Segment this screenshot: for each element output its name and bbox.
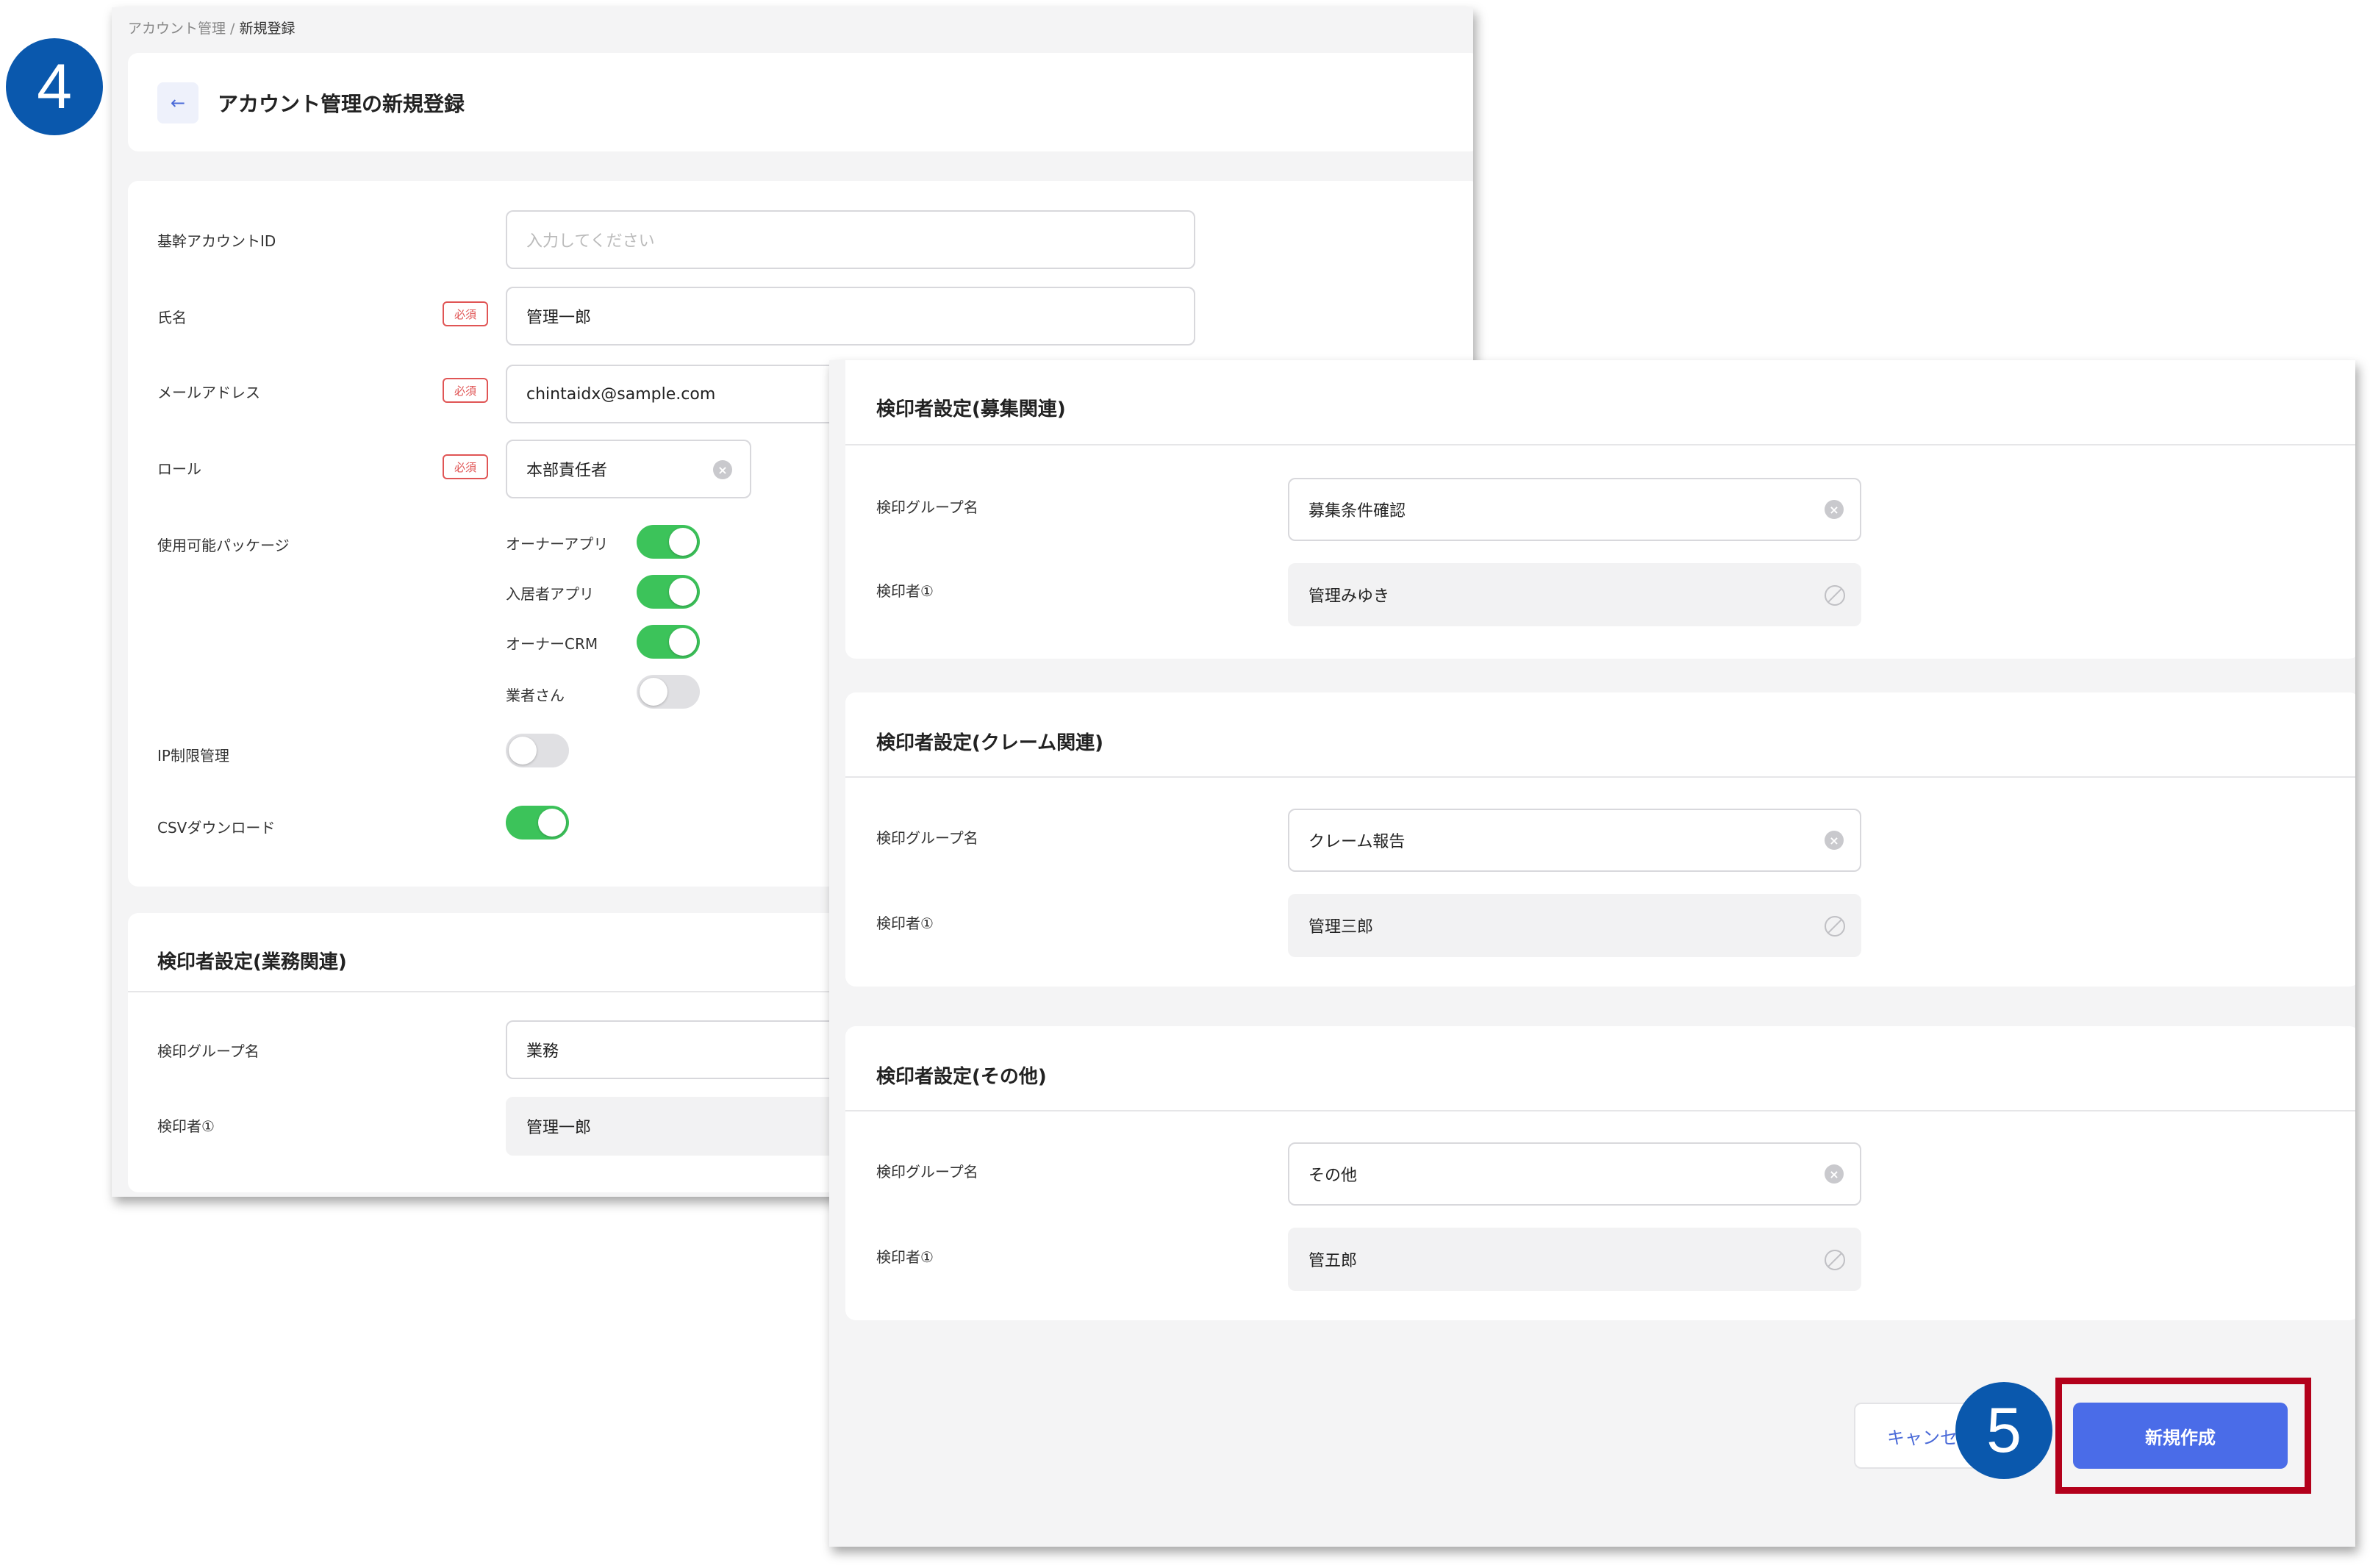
csv-download-toggle[interactable] bbox=[506, 806, 569, 840]
ip-limit-label: IP制限管理 bbox=[157, 747, 229, 765]
approver-settings-panel: 検印者設定(募集関連) 検印グループ名 募集条件確認 × 検印者① 管理みゆき … bbox=[829, 360, 2355, 1547]
csv-download-label: CSVダウンロード bbox=[157, 819, 276, 837]
required-badge: 必須 bbox=[443, 454, 488, 479]
approver-claim-card: 検印者設定(クレーム関連) 検印グループ名 クレーム報告 × 検印者① 管理三郎 bbox=[845, 692, 2355, 987]
clear-icon[interactable]: × bbox=[713, 460, 732, 479]
section-title: 検印者設定(クレーム関連) bbox=[876, 732, 1103, 754]
disabled-icon bbox=[1825, 916, 1845, 937]
back-button[interactable]: ← bbox=[157, 82, 198, 123]
breadcrumb-parent[interactable]: アカウント管理 bbox=[128, 21, 226, 37]
group-name-label: 検印グループ名 bbox=[876, 498, 978, 516]
header-card: ← アカウント管理の新規登録 bbox=[128, 53, 1473, 151]
section-divider bbox=[845, 1110, 2355, 1111]
approver-label: 検印者① bbox=[157, 1117, 215, 1135]
step-4-badge: 4 bbox=[6, 38, 103, 135]
disabled-icon bbox=[1825, 585, 1845, 606]
clear-icon[interactable]: × bbox=[1825, 1164, 1844, 1184]
toggle-knob bbox=[669, 578, 697, 606]
toggle-knob bbox=[509, 737, 537, 765]
package-label: 入居者アプリ bbox=[506, 585, 594, 603]
toggle-knob bbox=[640, 678, 667, 706]
core-account-id-input[interactable]: 入力してください bbox=[506, 210, 1195, 269]
approver-input: 管理みゆき bbox=[1288, 563, 1861, 626]
package-label: オーナーCRM bbox=[506, 635, 598, 653]
required-badge: 必須 bbox=[443, 301, 488, 326]
approver-input: 管理三郎 bbox=[1288, 894, 1861, 957]
clear-icon[interactable]: × bbox=[1825, 831, 1844, 850]
approver-label: 検印者① bbox=[876, 914, 934, 932]
package-label: 業者さん bbox=[506, 687, 565, 704]
breadcrumb-current: 新規登録 bbox=[239, 21, 296, 37]
package-toggle-owner-crm[interactable] bbox=[637, 625, 700, 659]
group-name-label: 検印グループ名 bbox=[876, 1163, 978, 1181]
section-divider bbox=[845, 444, 2355, 445]
breadcrumb-separator: / bbox=[226, 21, 240, 37]
group-name-input[interactable]: その他 bbox=[1288, 1142, 1861, 1206]
group-name-input[interactable]: クレーム報告 bbox=[1288, 809, 1861, 872]
package-label: オーナーアプリ bbox=[506, 535, 609, 553]
approver-label: 検印者① bbox=[876, 582, 934, 600]
create-button-highlight bbox=[2055, 1378, 2311, 1494]
toggle-knob bbox=[669, 528, 697, 556]
group-name-input[interactable]: 募集条件確認 bbox=[1288, 478, 1861, 541]
approver-recruit-card: 検印者設定(募集関連) 検印グループ名 募集条件確認 × 検印者① 管理みゆき bbox=[845, 360, 2355, 659]
required-badge: 必須 bbox=[443, 378, 488, 403]
arrow-left-icon: ← bbox=[170, 93, 186, 113]
section-title: 検印者設定(業務関連) bbox=[157, 951, 347, 973]
ip-limit-toggle[interactable] bbox=[506, 734, 569, 767]
step-5-badge: 5 bbox=[1955, 1382, 2052, 1479]
page-title: アカウント管理の新規登録 bbox=[218, 92, 465, 116]
role-label: ロール bbox=[157, 460, 201, 478]
section-title: 検印者設定(その他) bbox=[876, 1066, 1047, 1088]
name-label: 氏名 bbox=[157, 309, 187, 326]
approver-input: 管五郎 bbox=[1288, 1228, 1861, 1291]
group-name-label: 検印グループ名 bbox=[157, 1042, 259, 1060]
package-toggle-owner-app[interactable] bbox=[637, 525, 700, 559]
approver-label: 検印者① bbox=[876, 1248, 934, 1266]
disabled-icon bbox=[1825, 1250, 1845, 1270]
core-account-id-label: 基幹アカウントID bbox=[157, 232, 276, 250]
name-input[interactable]: 管理一郎 bbox=[506, 287, 1195, 346]
packages-label: 使用可能パッケージ bbox=[157, 537, 290, 554]
package-toggle-tenant-app[interactable] bbox=[637, 575, 700, 609]
toggle-knob bbox=[669, 628, 697, 656]
package-toggle-contractor[interactable] bbox=[637, 675, 700, 709]
section-divider bbox=[845, 776, 2355, 778]
toggle-knob bbox=[538, 809, 566, 837]
approver-other-card: 検印者設定(その他) 検印グループ名 その他 × 検印者① 管五郎 bbox=[845, 1026, 2355, 1320]
section-title: 検印者設定(募集関連) bbox=[876, 398, 1066, 420]
group-name-label: 検印グループ名 bbox=[876, 829, 978, 847]
clear-icon[interactable]: × bbox=[1825, 500, 1844, 519]
email-label: メールアドレス bbox=[157, 384, 260, 401]
breadcrumb: アカウント管理 / 新規登録 bbox=[128, 18, 296, 37]
